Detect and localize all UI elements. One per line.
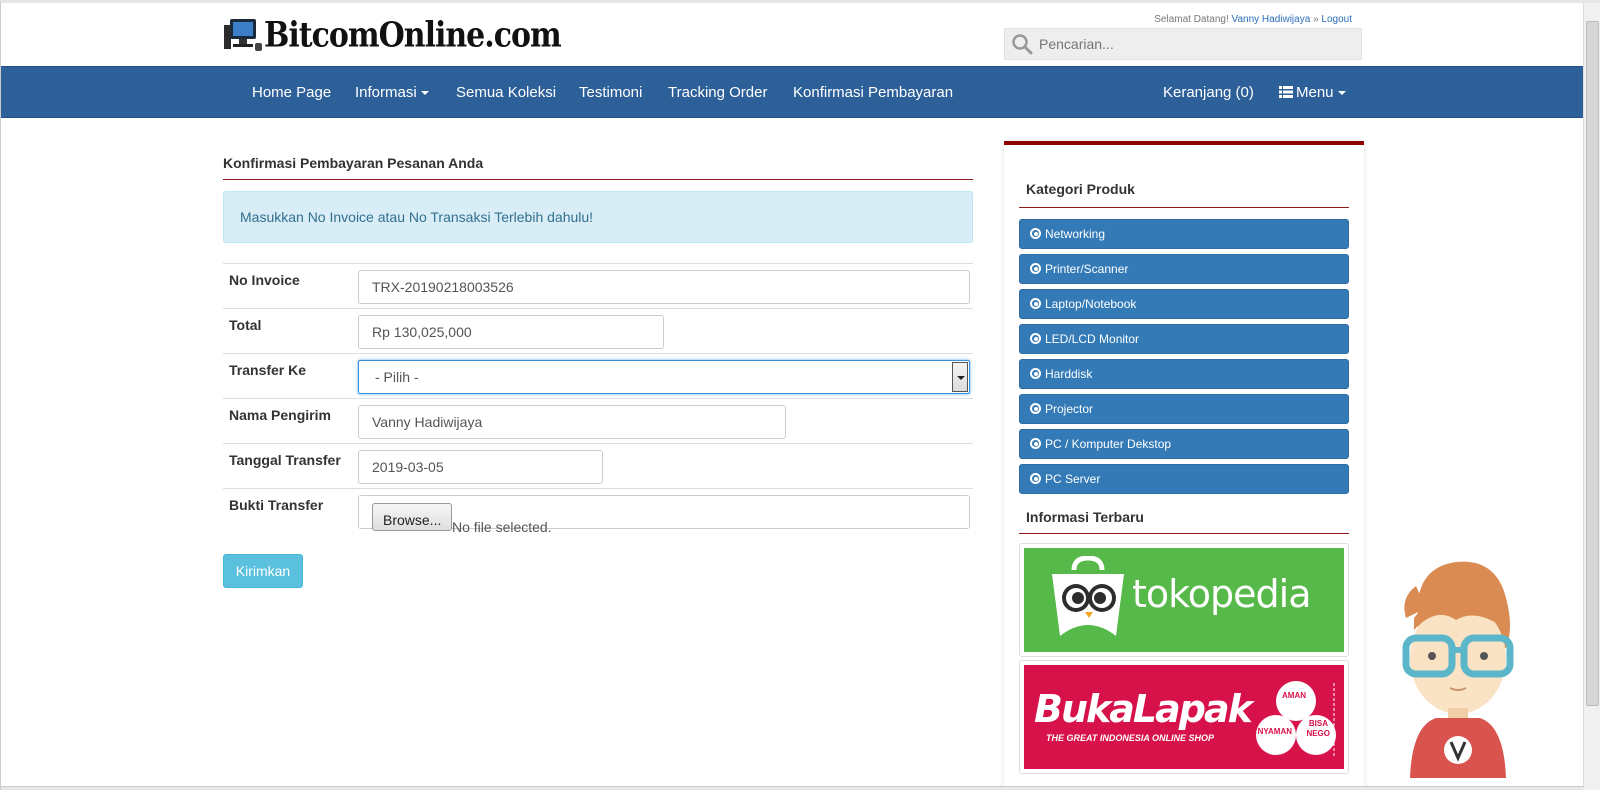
category-printer-scanner[interactable]: Printer/Scanner xyxy=(1019,254,1349,284)
nav-menu[interactable]: Menu xyxy=(1279,67,1346,119)
submit-button[interactable]: Kirimkan xyxy=(223,554,303,588)
category-label: Networking xyxy=(1045,227,1106,241)
bukalapak-tagline: THE GREAT INDONESIA ONLINE SHOP xyxy=(1046,733,1215,743)
transfer-label: Transfer Ke xyxy=(229,362,307,378)
nav-home[interactable]: Home Page xyxy=(252,67,331,119)
transfer-selected-value: - Pilih - xyxy=(375,369,419,385)
proof-label: Bukti Transfer xyxy=(229,497,324,513)
category-label: Projector xyxy=(1045,402,1094,416)
invoice-input[interactable]: TRX-20190218003526 xyxy=(358,270,970,304)
form-row-proof: Bukti Transfer Browse... No file selecte… xyxy=(223,488,973,535)
sidebar: Kategori Produk Networking Printer/Scann… xyxy=(1004,141,1364,790)
info-alert: Masukkan No Invoice atau No Transaksi Te… xyxy=(223,191,973,243)
file-status: No file selected. xyxy=(452,519,552,535)
category-led-lcd-monitor[interactable]: LED/LCD Monitor xyxy=(1019,324,1349,354)
badge-word-nego: NEGO xyxy=(1306,729,1330,738)
form-row-total: Total Rp 130,025,000 xyxy=(223,308,973,353)
search-box[interactable] xyxy=(1004,28,1362,60)
nav-konfirmasi-pembayaran[interactable]: Konfirmasi Pembayaran xyxy=(793,67,953,119)
caret-down-icon xyxy=(420,91,429,96)
form-row-invoice: No Invoice TRX-20190218003526 xyxy=(223,263,973,308)
welcome-prefix: Selamat Datang! xyxy=(1154,14,1229,25)
circle-dot-icon xyxy=(1030,473,1041,484)
category-label: PC / Komputer Dekstop xyxy=(1045,437,1172,451)
computer-logo-icon xyxy=(224,19,262,51)
form-row-date: Tanggal Transfer 2019-03-05 xyxy=(223,443,973,488)
sender-input[interactable]: Vanny Hadiwijaya xyxy=(358,405,786,439)
category-title: Kategori Produk xyxy=(1026,181,1135,197)
category-label: Laptop/Notebook xyxy=(1045,297,1137,311)
circle-dot-icon xyxy=(1030,438,1041,449)
payment-form: No Invoice TRX-20190218003526 Total Rp 1… xyxy=(223,263,973,535)
nav-semua-koleksi[interactable]: Semua Koleksi xyxy=(456,67,556,119)
circle-dot-icon xyxy=(1030,333,1041,344)
invoice-label: No Invoice xyxy=(229,272,300,288)
main-navbar: Home Page Informasi Semua Koleksi Testim… xyxy=(1,66,1584,118)
category-pc-server[interactable]: PC Server xyxy=(1019,464,1349,494)
file-input: Browse... No file selected. xyxy=(358,495,970,535)
vertical-scrollbar[interactable] xyxy=(1583,3,1600,790)
page: BitcomOnline.com Selamat Datang! Vanny H… xyxy=(0,0,1600,790)
total-label: Total xyxy=(229,317,262,333)
tokopedia-logo: tokopedia xyxy=(1024,548,1344,652)
circle-dot-icon xyxy=(1030,228,1041,239)
total-input[interactable]: Rp 130,025,000 xyxy=(358,315,664,349)
tokopedia-owl-icon xyxy=(1052,556,1124,636)
tokopedia-text: tokopedia xyxy=(1132,572,1312,616)
category-pc-desktop[interactable]: PC / Komputer Dekstop xyxy=(1019,429,1349,459)
logout-link[interactable]: Logout xyxy=(1321,14,1352,25)
nav-testimoni[interactable]: Testimoni xyxy=(579,67,642,119)
horizontal-edge xyxy=(1,786,1584,790)
category-divider xyxy=(1019,207,1349,208)
info-title: Informasi Terbaru xyxy=(1026,509,1144,525)
nav-informasi-label: Informasi xyxy=(355,84,417,101)
title-divider xyxy=(223,179,973,180)
circle-dot-icon xyxy=(1030,298,1041,309)
badge-word-bisa: BISA xyxy=(1308,719,1328,728)
tokopedia-banner[interactable]: tokopedia xyxy=(1019,543,1349,657)
bukalapak-logo: BukaLapak THE GREAT INDONESIA ONLINE SHO… xyxy=(1024,665,1344,769)
dropdown-arrow-icon[interactable] xyxy=(952,362,968,392)
mascot-boy-icon xyxy=(1402,561,1514,778)
badge-word-nyaman: NYAMAN xyxy=(1257,727,1292,736)
nav-cart[interactable]: Keranjang (0) xyxy=(1163,67,1254,119)
circle-dot-icon xyxy=(1030,263,1041,274)
search-icon[interactable] xyxy=(1005,33,1039,55)
circle-dot-icon xyxy=(1030,403,1041,414)
form-row-sender: Nama Pengirim Vanny Hadiwijaya xyxy=(223,398,973,443)
search-input[interactable] xyxy=(1039,36,1339,52)
list-icon xyxy=(1279,86,1293,98)
bukalapak-banner[interactable]: BukaLapak THE GREAT INDONESIA ONLINE SHO… xyxy=(1019,660,1349,774)
category-laptop-notebook[interactable]: Laptop/Notebook xyxy=(1019,289,1349,319)
category-label: Printer/Scanner xyxy=(1045,262,1129,276)
category-harddisk[interactable]: Harddisk xyxy=(1019,359,1349,389)
nav-tracking-order[interactable]: Tracking Order xyxy=(668,67,767,119)
category-projector[interactable]: Projector xyxy=(1019,394,1349,424)
category-label: PC Server xyxy=(1045,472,1101,486)
category-label: Harddisk xyxy=(1045,367,1093,381)
page-title: Konfirmasi Pembayaran Pesanan Anda xyxy=(223,155,484,171)
info-divider xyxy=(1019,533,1349,534)
date-input[interactable]: 2019-03-05 xyxy=(358,450,603,484)
category-label: LED/LCD Monitor xyxy=(1045,332,1140,346)
bukalapak-text: BukaLapak xyxy=(1034,687,1253,731)
nav-menu-label: Menu xyxy=(1296,84,1334,101)
circle-dot-icon xyxy=(1030,368,1041,379)
separator: » xyxy=(1313,14,1319,25)
caret-down-icon xyxy=(1337,91,1346,96)
transfer-select[interactable]: - Pilih - xyxy=(358,360,970,394)
badge-word-aman: AMAN xyxy=(1282,691,1306,700)
browse-button[interactable]: Browse... xyxy=(372,503,453,531)
user-name-link[interactable]: Vanny Hadiwijaya xyxy=(1232,14,1311,25)
nav-informasi[interactable]: Informasi xyxy=(355,67,429,119)
scrollbar-thumb[interactable] xyxy=(1586,21,1599,706)
site-logo[interactable]: BitcomOnline.com xyxy=(224,14,562,56)
welcome-message: Selamat Datang! Vanny Hadiwijaya » Logou… xyxy=(1154,14,1352,25)
sender-label: Nama Pengirim xyxy=(229,407,331,423)
logo-text: BitcomOnline.com xyxy=(264,14,562,56)
form-row-transfer: Transfer Ke - Pilih - xyxy=(223,353,973,398)
category-networking[interactable]: Networking xyxy=(1019,219,1349,249)
date-label: Tanggal Transfer xyxy=(229,452,341,468)
